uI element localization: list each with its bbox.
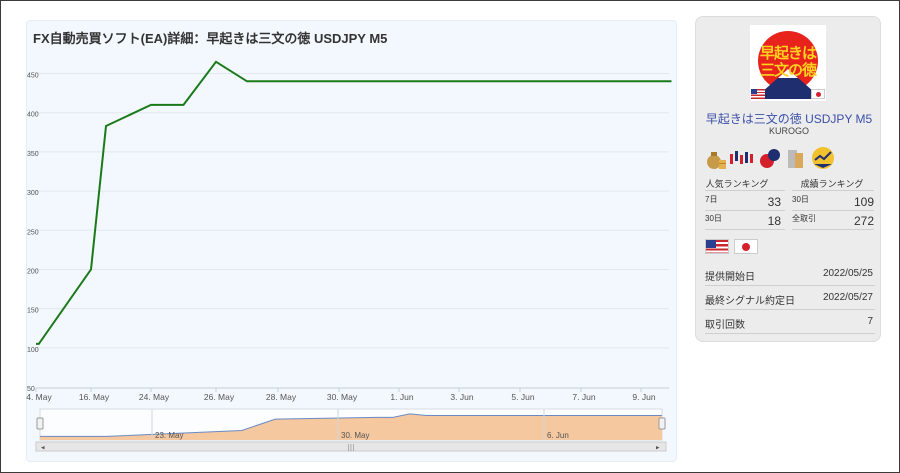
y-tick-label: 150 — [27, 308, 39, 315]
popular-rank-30d: 18 — [767, 214, 781, 228]
x-tick-label: 1. Jun — [390, 392, 413, 402]
jp-flag-icon — [811, 89, 825, 99]
performance-period-all: 全取引 — [792, 214, 816, 223]
info-value: 2022/05/27 — [822, 292, 873, 303]
scroll-right-arrow-icon: ▸ — [656, 444, 660, 452]
jp-flag-icon — [734, 239, 758, 254]
y-tick-label: 100 — [27, 347, 39, 354]
x-tick-label: 30. May — [327, 392, 358, 402]
chat-bubbles-icon — [760, 149, 780, 168]
strategy-logo[interactable]: 早起きは三文の徳 — [750, 25, 826, 101]
documents-icon — [788, 150, 803, 168]
y-tick-label: 450 — [27, 73, 39, 80]
x-tick-label: 5. Jun — [511, 392, 534, 402]
performance-ranking-label: 成績ランキング — [800, 179, 864, 189]
strategy-name-link[interactable]: 早起きは三文の徳 USDJPY M5 — [696, 110, 882, 127]
x-tick-label: 3. Jun — [450, 392, 473, 402]
divider — [705, 210, 785, 211]
x-tick-label: 26. May — [204, 392, 235, 402]
divider — [792, 229, 874, 230]
info-row-last-signal: 最終シグナル約定日 2022/05/27 — [705, 286, 875, 310]
navigator-label: 6. Jun — [547, 431, 569, 440]
popular-period-7d: 7日 — [705, 195, 718, 204]
badge-icons — [705, 146, 875, 172]
x-tick-label: 24. May — [139, 392, 170, 402]
performance-period-30d: 30日 — [792, 195, 809, 204]
info-value: 7 — [867, 316, 873, 327]
strategy-sidebar: 早起きは三文の徳 早起きは三文の徳 USDJPY M5 KUROGO 人気ランキ… — [695, 16, 881, 342]
x-tick-label: 4. May — [26, 392, 52, 402]
navigator-right-handle[interactable] — [658, 417, 666, 430]
growth-chart-icon — [812, 147, 834, 169]
navigator-label: 23. May — [155, 431, 183, 440]
divider — [792, 190, 874, 191]
navigator-left-handle[interactable] — [36, 417, 44, 430]
logo-text: 早起きは三文の徳 — [759, 45, 817, 79]
popular-period-30d: 30日 — [705, 214, 722, 223]
y-tick-label: 350 — [27, 151, 39, 158]
candlestick-icon — [730, 151, 753, 164]
divider — [705, 190, 785, 191]
popular-rank-7d: 33 — [767, 195, 781, 209]
y-tick-label: 250 — [27, 229, 39, 236]
equity-line — [36, 60, 672, 345]
info-label: 提供開始日 — [705, 272, 755, 283]
us-flag-icon — [705, 239, 729, 254]
popular-ranking-label: 人気ランキング — [705, 179, 769, 189]
x-tick-label: 16. May — [79, 392, 110, 402]
performance-rank-30d: 109 — [853, 195, 874, 209]
equity-chart[interactable]: 501001502002503003504004504. May 16. May 2… — [26, 44, 677, 462]
y-tick-label: 300 — [27, 190, 39, 197]
info-label: 取引回数 — [705, 320, 745, 331]
us-flag-icon — [751, 89, 765, 99]
money-bag-icon — [707, 152, 726, 169]
y-tick-label: 400 — [27, 112, 39, 119]
scroll-left-arrow-icon: ◂ — [41, 444, 45, 452]
divider — [705, 229, 785, 230]
info-label: 最終シグナル約定日 — [705, 296, 795, 307]
info-value: 2022/05/25 — [822, 268, 873, 279]
divider — [792, 210, 874, 211]
performance-rank-all: 272 — [853, 214, 874, 228]
x-tick-label: 9. Jun — [632, 392, 655, 402]
developer-name[interactable]: KUROGO — [696, 126, 882, 136]
y-tick-label: 200 — [27, 268, 39, 275]
info-row-trade-count: 取引回数 7 — [705, 310, 875, 334]
x-tick-label: 28. May — [266, 392, 297, 402]
scroll-grip-icon: ||| — [347, 444, 354, 452]
navigator-label: 30. May — [341, 431, 369, 440]
info-row-start-date: 提供開始日 2022/05/25 — [705, 262, 875, 286]
x-tick-label: 7. Jun — [572, 392, 595, 402]
